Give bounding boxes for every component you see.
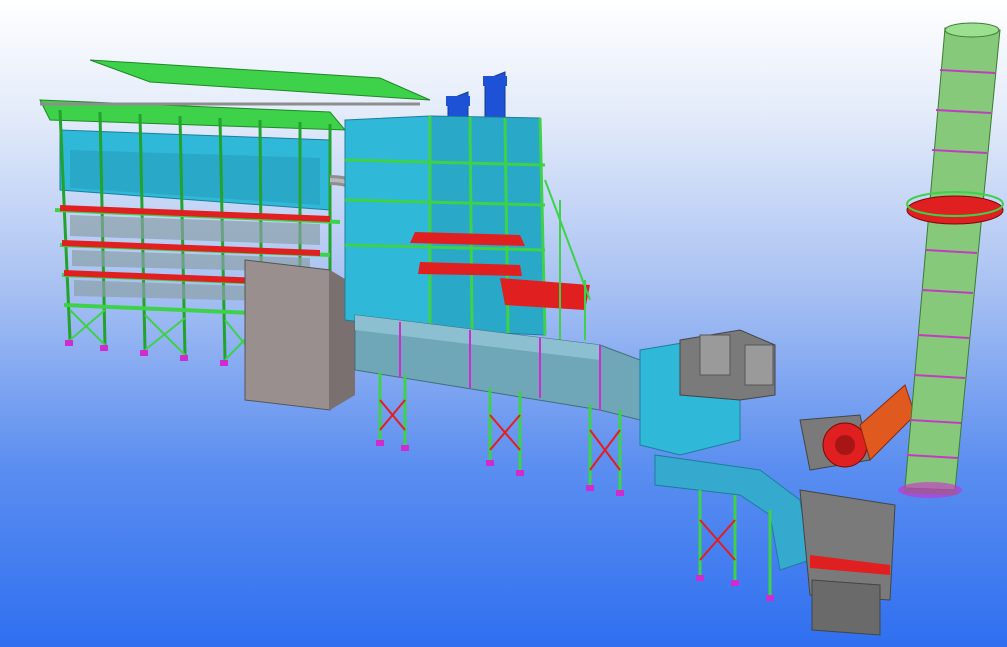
chimney-stack (898, 22, 1004, 498)
model-viewport[interactable] (0, 0, 1007, 647)
scr-reactor (639, 329, 896, 636)
induced-draft-fan (799, 384, 916, 471)
heat-recovery-module (344, 71, 591, 340)
plant-model-render (39, 22, 1004, 636)
flue-gas-duct (354, 314, 641, 496)
